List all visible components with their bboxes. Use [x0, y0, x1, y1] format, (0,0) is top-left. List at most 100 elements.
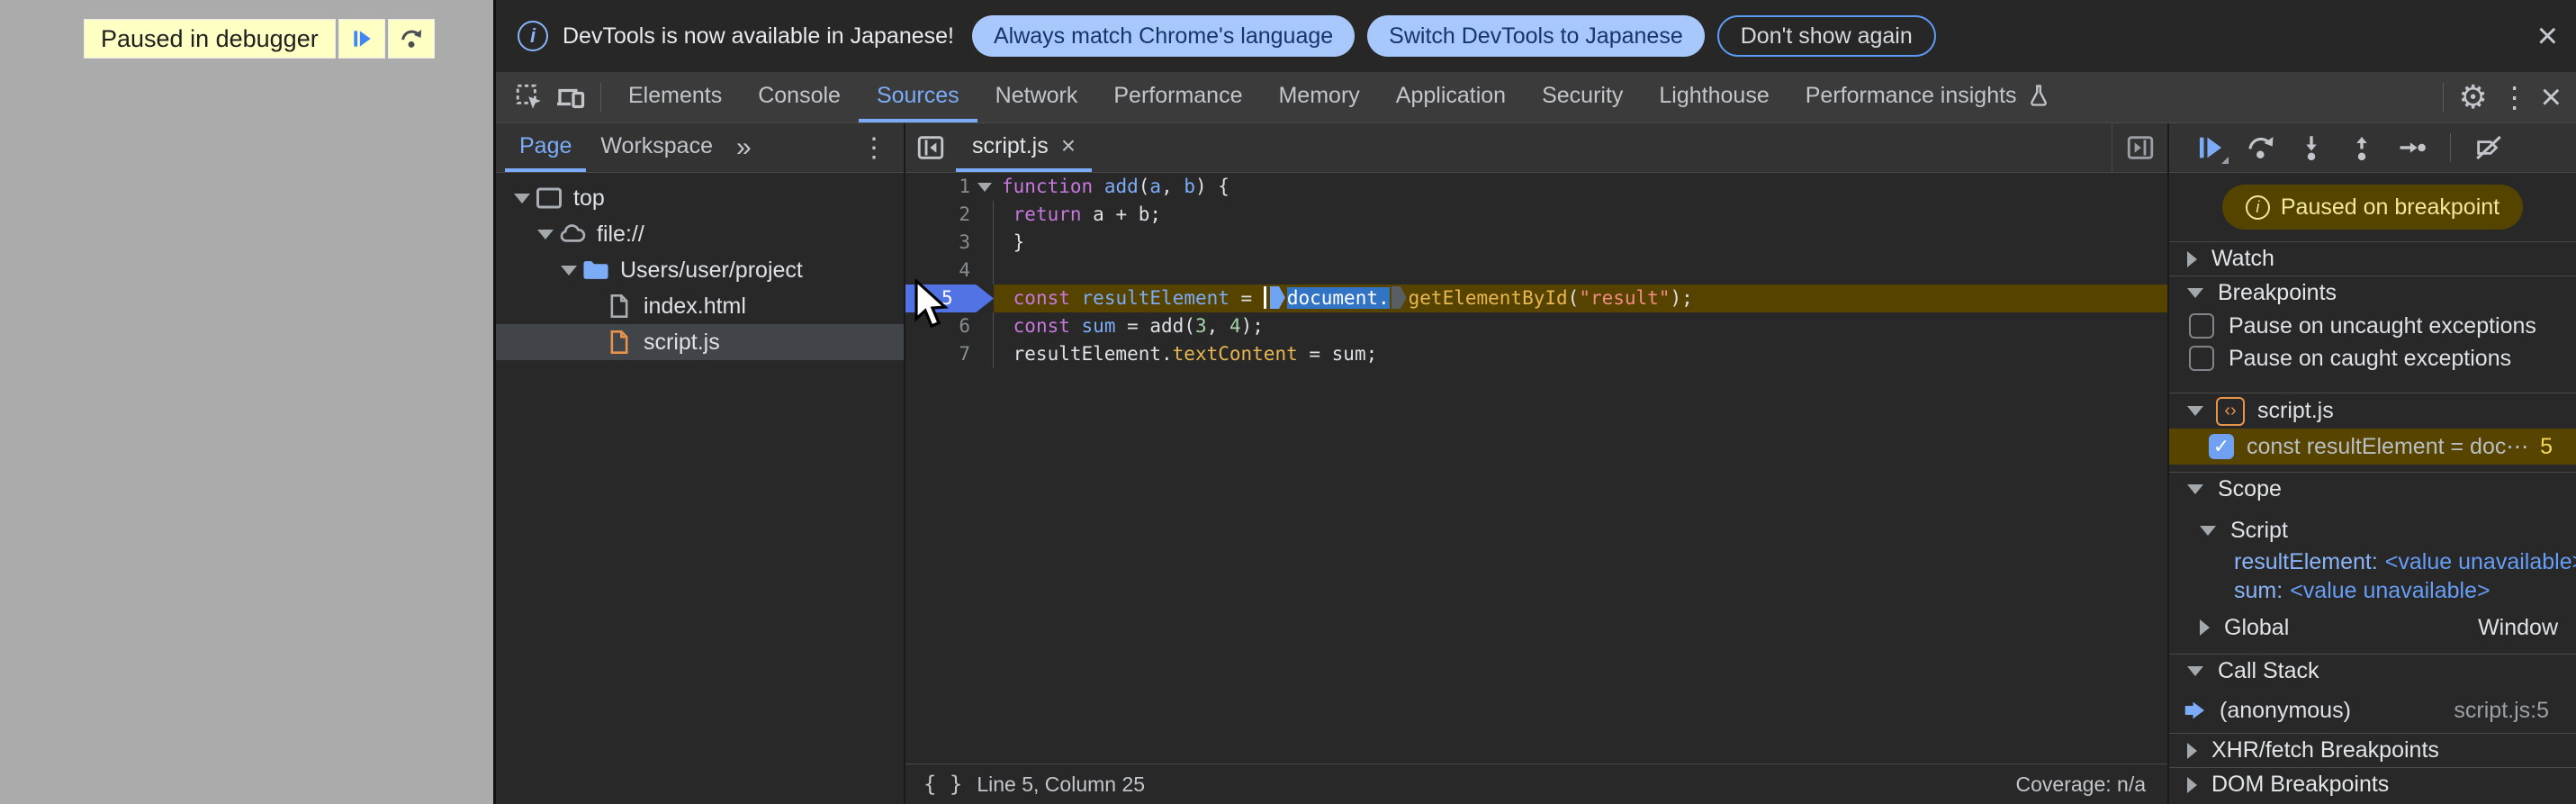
resume-icon [2199, 137, 2222, 158]
device-toolbar-button[interactable] [550, 72, 591, 122]
tree-item-top[interactable]: top [496, 180, 904, 216]
tabbar-separator [600, 83, 601, 112]
tab-console[interactable]: Console [740, 72, 859, 122]
code-token: ( [1138, 176, 1150, 197]
tree-item-project-folder[interactable]: Users/user/project [496, 252, 904, 288]
tree-item-file-protocol[interactable]: file:// [496, 216, 904, 252]
section-xhr-breakpoints[interactable]: XHR/fetch Breakpoints [2169, 733, 2576, 767]
debugger-toolbar [2169, 123, 2576, 173]
tab-application[interactable]: Application [1378, 72, 1524, 122]
step-over-icon [2248, 136, 2274, 159]
section-call-stack[interactable]: Call Stack [2169, 654, 2576, 688]
editor-tab-script-js[interactable]: script.js × [956, 123, 1093, 172]
code-token: ); [1670, 287, 1693, 309]
scope-global-value: Window [2478, 614, 2558, 640]
settings-gear-icon[interactable]: ⚙ [2453, 72, 2494, 122]
match-chrome-language-button[interactable]: Always match Chrome's language [971, 15, 1356, 57]
pause-uncaught-checkbox[interactable] [2189, 313, 2214, 339]
code-token: } [1002, 231, 1025, 253]
scope-variable[interactable]: sum: <value unavailable> [2169, 576, 2576, 605]
tree-item-index-html[interactable]: index.html [496, 288, 904, 324]
scope-script-group[interactable]: Script [2169, 513, 2576, 547]
step-button[interactable] [2391, 128, 2434, 167]
inspect-element-button[interactable] [509, 72, 550, 122]
call-stack-frame[interactable]: (anonymous) script.js:5 [2169, 693, 2576, 727]
navigator-kebab-icon[interactable]: ⋮ [844, 123, 904, 172]
code-line: 5 const resultElement = document. getElem… [905, 285, 2167, 312]
fold-gutter [970, 312, 994, 340]
step-over-button[interactable] [2239, 128, 2283, 167]
step-into-button[interactable] [2290, 128, 2333, 167]
more-options-kebab-icon[interactable]: ⋮ [2494, 72, 2535, 122]
section-dom-breakpoints[interactable]: DOM Breakpoints [2169, 767, 2576, 801]
inline-breakpoint-marker[interactable] [1391, 286, 1407, 309]
line-number[interactable]: 1 [905, 173, 970, 201]
section-breakpoints[interactable]: Breakpoints [2169, 276, 2576, 310]
deactivate-breakpoints-button[interactable] [2467, 128, 2510, 167]
breakpoint-file-label: script.js [2257, 398, 2334, 423]
devtools-close-icon[interactable]: × [2535, 79, 2576, 115]
expand-arrow-icon[interactable] [510, 193, 534, 203]
code-text: const sum = add(3, 4); [994, 312, 2167, 340]
notification-close-icon[interactable]: × [2537, 18, 2558, 54]
resume-script-button[interactable] [338, 19, 385, 59]
breakpoint-code-snippet: const resultElement = doc⋯ [2247, 434, 2528, 459]
tab-security[interactable]: Security [1524, 72, 1641, 122]
dont-show-again-button[interactable]: Don't show again [1716, 15, 1936, 57]
devtools-window: i DevTools is now available in Japanese!… [496, 0, 2576, 804]
navigator-tab-page[interactable]: Page [505, 123, 587, 172]
tree-item-label: script.js [644, 329, 720, 355]
tab-performance[interactable]: Performance [1095, 72, 1260, 122]
tab-sources[interactable]: Sources [858, 72, 977, 122]
collapse-arrow-icon [2187, 250, 2197, 267]
more-tabs-chevron-icon[interactable]: » [727, 123, 761, 172]
collapse-arrow-icon [2187, 666, 2203, 676]
code-editor[interactable]: 1 function add(a, b) {2 return a + b; 3 } 4… [905, 173, 2167, 763]
tree-item-script-js[interactable]: script.js [496, 324, 904, 360]
pause-caught-checkbox[interactable] [2189, 346, 2214, 371]
tab-lighthouse[interactable]: Lighthouse [1641, 72, 1787, 122]
code-token: = sum; [1297, 343, 1378, 365]
line-number[interactable]: 2 [905, 201, 970, 229]
show-debugger-sidebar-button[interactable] [2112, 123, 2167, 172]
fold-arrow-icon[interactable] [977, 182, 992, 192]
breakpoint-item[interactable]: ✓ const resultElement = doc⋯ 5 [2169, 429, 2576, 465]
section-watch[interactable]: Watch [2169, 241, 2576, 276]
section-scope[interactable]: Scope [2169, 472, 2576, 506]
step-out-button[interactable] [2340, 128, 2383, 167]
editor-tab-close-icon[interactable]: × [1061, 131, 1076, 160]
code-token: resultElement. [1002, 343, 1173, 365]
scope-variable[interactable]: resultElement: <value unavailable> [2169, 547, 2576, 576]
code-token: b [1184, 176, 1196, 197]
expand-arrow-icon[interactable] [557, 265, 581, 276]
pretty-print-icon[interactable]: { } [923, 772, 962, 797]
navigator-tab-workspace[interactable]: Workspace [586, 123, 727, 172]
scope-global-group[interactable]: Global Window [2169, 610, 2576, 645]
tab-network[interactable]: Network [977, 72, 1096, 122]
inline-breakpoint-marker[interactable] [1269, 286, 1285, 309]
line-number[interactable]: 7 [905, 340, 970, 368]
tab-performance-insights[interactable]: Performance insights [1788, 72, 2069, 122]
fold-gutter [970, 340, 994, 368]
js-file-icon [604, 329, 635, 356]
variable-value: <value unavailable> [2290, 577, 2490, 603]
collapse-arrow-icon [2187, 742, 2197, 759]
pause-caught-exceptions-row[interactable]: Pause on caught exceptions [2169, 342, 2576, 375]
hide-navigator-button[interactable] [905, 123, 956, 172]
panel-left-toggle-icon [917, 136, 944, 159]
breakpoint-checkbox[interactable]: ✓ [2209, 434, 2234, 459]
pause-uncaught-exceptions-row[interactable]: Pause on uncaught exceptions [2169, 310, 2576, 342]
code-token: ) { [1195, 176, 1229, 197]
tabbar-spacer [2069, 72, 2434, 122]
line-number[interactable]: 3 [905, 229, 970, 257]
step-over-button[interactable] [387, 19, 435, 59]
breakpoint-file-group[interactable]: ‹› script.js [2169, 393, 2576, 429]
tab-elements[interactable]: Elements [610, 72, 740, 122]
switch-devtools-japanese-button[interactable]: Switch DevTools to Japanese [1367, 15, 1705, 57]
expand-arrow-icon[interactable] [534, 229, 557, 239]
code-token: a [1149, 176, 1162, 197]
tab-memory[interactable]: Memory [1260, 72, 1377, 122]
code-token: add [1103, 176, 1139, 197]
resume-button[interactable] [2189, 128, 2232, 167]
